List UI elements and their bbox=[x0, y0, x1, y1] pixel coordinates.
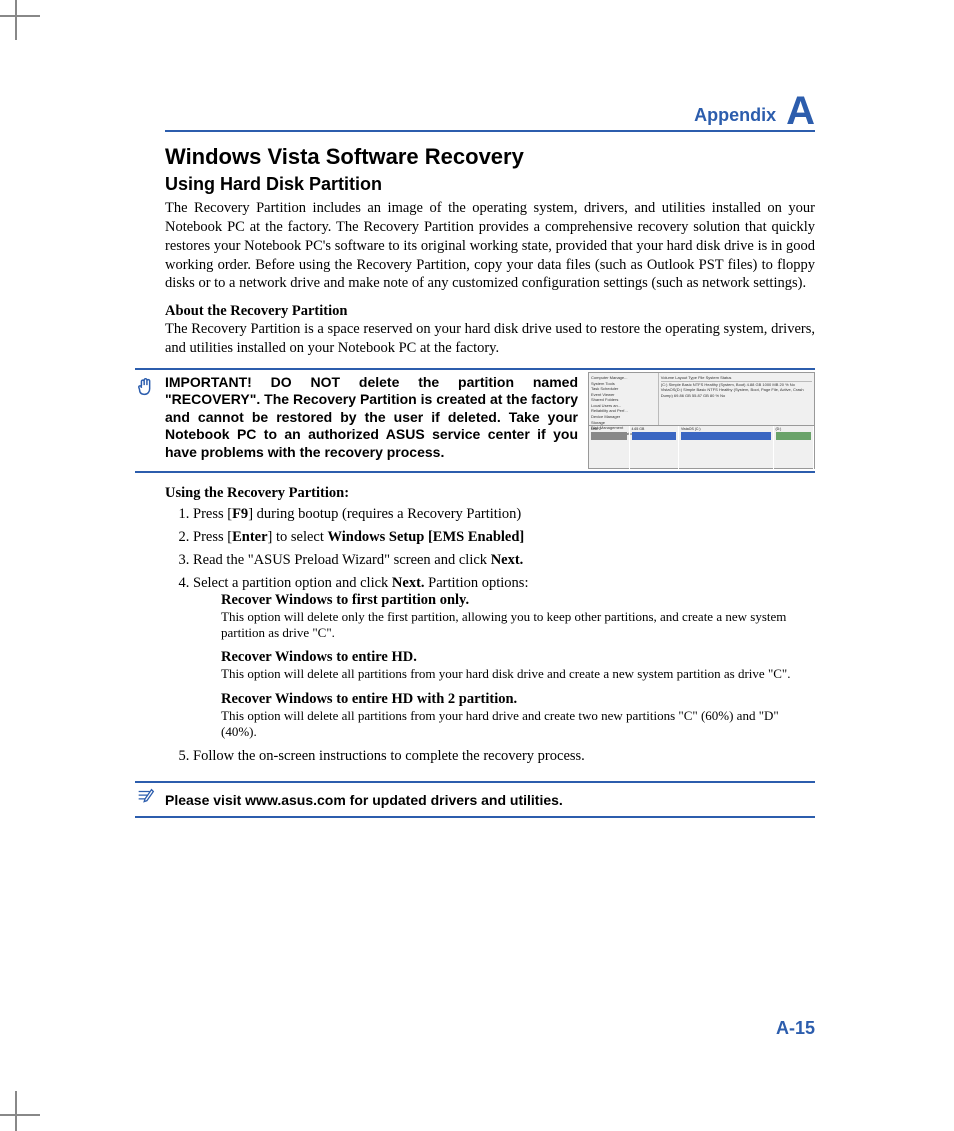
step-3: Read the "ASUS Preload Wizard" screen an… bbox=[193, 552, 815, 569]
header-rule: Appendix A bbox=[165, 88, 815, 132]
crop-mark bbox=[15, 1091, 17, 1131]
partition-option: Recover Windows to entire HD. This optio… bbox=[221, 649, 815, 682]
note-callout: Please visit www.asus.com for updated dr… bbox=[135, 781, 815, 818]
important-callout: IMPORTANT! DO NOT delete the partition n… bbox=[135, 368, 815, 473]
option-title: Recover Windows to entire HD with 2 part… bbox=[221, 691, 815, 708]
step-2: Press [Enter] to select Windows Setup [E… bbox=[193, 529, 815, 546]
crop-mark bbox=[0, 15, 40, 17]
appendix-label: Appendix bbox=[694, 105, 776, 126]
important-text: IMPORTANT! DO NOT delete the partition n… bbox=[165, 372, 578, 469]
crop-mark bbox=[0, 1114, 40, 1116]
intro-paragraph: The Recovery Partition includes an image… bbox=[165, 199, 815, 293]
step-1: Press [F9] during bootup (requires a Rec… bbox=[193, 506, 815, 523]
partition-option: Recover Windows to entire HD with 2 part… bbox=[221, 691, 815, 741]
page-title: Windows Vista Software Recovery bbox=[165, 144, 815, 170]
dm-volume-list: Volume Layout Type File System Status(C:… bbox=[659, 373, 814, 425]
partition-option: Recover Windows to first partition only.… bbox=[221, 592, 815, 642]
step-5: Follow the on-screen instructions to com… bbox=[193, 748, 815, 765]
section-subtitle: Using Hard Disk Partition bbox=[165, 174, 815, 195]
page-content: Appendix A Windows Vista Software Recove… bbox=[165, 88, 815, 818]
option-title: Recover Windows to entire HD. bbox=[221, 649, 815, 666]
step-4: Select a partition option and click Next… bbox=[193, 575, 815, 740]
dm-partition-bar: Disk 04.65 GBVistaOS (C:)(D:) bbox=[589, 426, 814, 469]
about-paragraph: The Recovery Partition is a space reserv… bbox=[165, 320, 815, 358]
note-pencil-icon bbox=[135, 786, 157, 813]
option-desc: This option will delete only the first p… bbox=[221, 609, 815, 642]
option-desc: This option will delete all partitions f… bbox=[221, 666, 815, 682]
page-number: A-15 bbox=[776, 1018, 815, 1039]
crop-mark bbox=[15, 0, 17, 40]
option-desc: This option will delete all partitions f… bbox=[221, 708, 815, 741]
option-title: Recover Windows to first partition only. bbox=[221, 592, 815, 609]
appendix-letter: A bbox=[786, 91, 815, 131]
about-heading: About the Recovery Partition bbox=[165, 303, 815, 320]
dm-tree: Computer Manage... System Tools Task Sch… bbox=[589, 373, 659, 425]
using-heading: Using the Recovery Partition: bbox=[165, 485, 815, 502]
note-text: Please visit www.asus.com for updated dr… bbox=[165, 792, 563, 808]
steps-list: Press [F9] during bootup (requires a Rec… bbox=[165, 506, 815, 765]
hand-stop-icon bbox=[135, 376, 157, 403]
disk-management-screenshot: Computer Manage... System Tools Task Sch… bbox=[588, 372, 815, 469]
